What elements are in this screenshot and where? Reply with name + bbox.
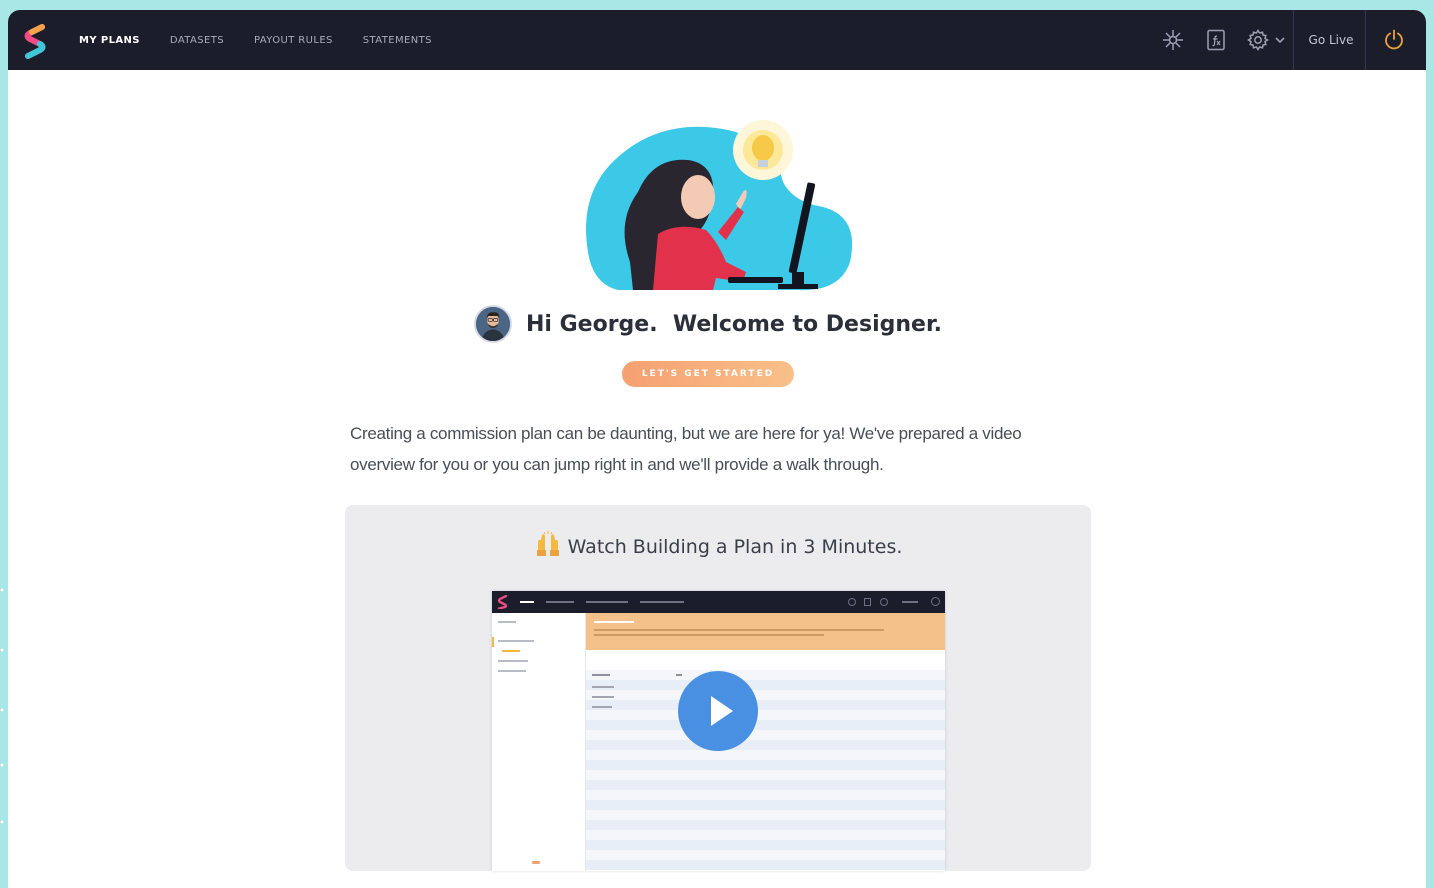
thumbnail-nav-mark (586, 601, 628, 603)
raising-hands-icon (536, 531, 559, 556)
avatar[interactable] (474, 305, 512, 343)
thumbnail-table (586, 650, 945, 871)
go-live-button[interactable]: Go Live (1296, 10, 1366, 70)
thumbnail-nav-mark (520, 601, 534, 603)
thumbnail-icon-mark (848, 598, 856, 606)
greeting-row: Hi George. Welcome to Designer. (474, 304, 974, 344)
video-card: Watch Building a Plan in 3 Minutes. (345, 505, 1091, 871)
thumbnail-icon-mark (880, 598, 888, 606)
nav-my-plans[interactable]: MY PLANS (79, 35, 140, 46)
network-icon[interactable] (1161, 28, 1185, 52)
play-video-button[interactable] (678, 671, 758, 751)
spiff-logo-icon[interactable] (22, 23, 48, 59)
main-nav: MY PLANS DATASETS PAYOUT RULES STATEMENT… (79, 10, 462, 70)
thumbnail-icon-mark (864, 598, 871, 606)
thumbnail-nav-mark (902, 601, 918, 603)
nav-payout-rules[interactable]: PAYOUT RULES (254, 35, 333, 46)
app-window: MY PLANS DATASETS PAYOUT RULES STATEMENT… (8, 10, 1426, 888)
video-title: Watch Building a Plan in 3 Minutes. (345, 531, 1091, 558)
thumbnail-banner (586, 613, 945, 650)
thumbnail-topbar (492, 591, 945, 613)
thumbnail-icon-mark (931, 597, 940, 606)
get-started-button[interactable]: LET'S GET STARTED (622, 361, 794, 387)
toolbar-divider (1293, 10, 1294, 70)
thumbnail-sidebar (492, 613, 586, 871)
thumbnail-logo-icon (497, 595, 508, 609)
welcome-illustration (586, 120, 853, 291)
nav-statements[interactable]: STATEMENTS (363, 35, 432, 46)
toolbar-divider (1365, 10, 1366, 70)
formula-icon[interactable] (1204, 28, 1228, 52)
decorative-dots (0, 588, 4, 824)
video-title-text: Watch Building a Plan in 3 Minutes. (567, 536, 903, 558)
user-avatar-icon (476, 307, 510, 341)
intro-text: Creating a commission plan can be daunti… (350, 424, 1022, 474)
power-icon[interactable] (1382, 28, 1406, 52)
welcome-heading: Hi George. Welcome to Designer. (526, 311, 943, 337)
gear-icon[interactable] (1246, 28, 1270, 52)
video-thumbnail[interactable] (492, 591, 945, 871)
thumbnail-nav-mark (546, 601, 574, 603)
chevron-down-icon[interactable] (1274, 28, 1286, 52)
thumbnail-nav-mark (640, 601, 684, 603)
top-navigation-bar: MY PLANS DATASETS PAYOUT RULES STATEMENT… (8, 10, 1426, 70)
nav-datasets[interactable]: DATASETS (170, 35, 224, 46)
